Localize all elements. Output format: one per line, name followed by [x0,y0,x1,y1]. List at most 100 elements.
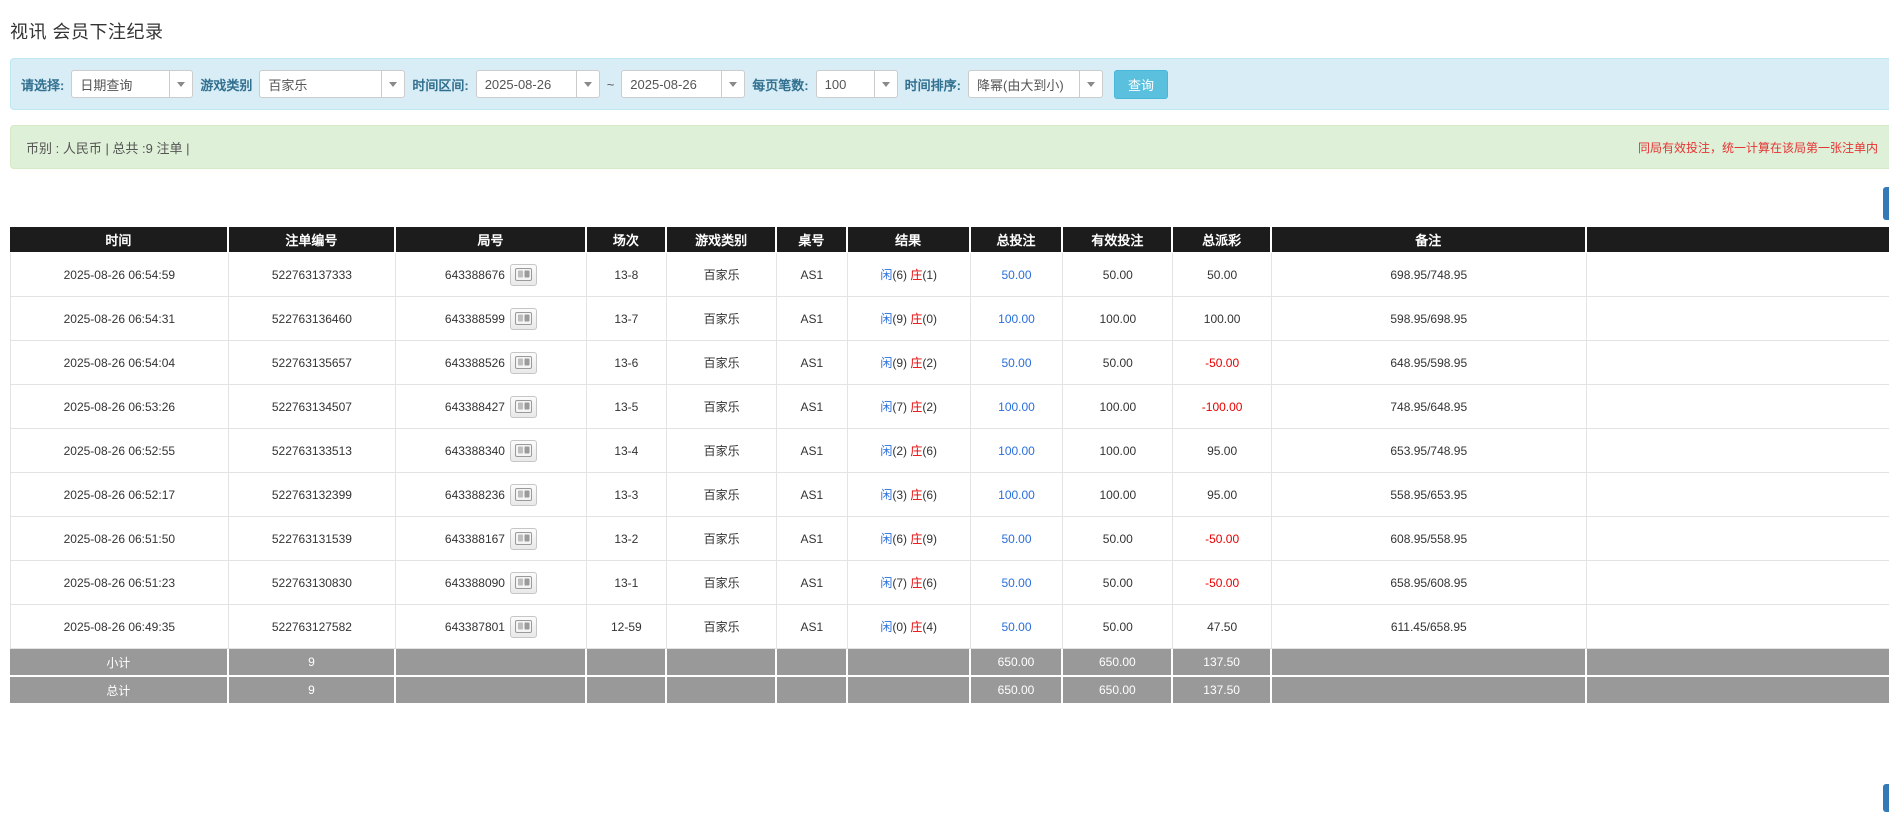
sort-order-label: 时间排序: [905,75,961,94]
banker-result-label: 庄 [910,400,922,414]
banker-result-label: 庄 [910,268,922,282]
chevron-down-icon [1079,71,1102,97]
player-result-label: 闲 [880,268,892,282]
bet-records-table: 时间注单编号局号场次游戏类别桌号结果总投注有效投注总派彩备注 2025-08-2… [10,227,1889,705]
cards-preview-icon[interactable] [510,396,537,418]
column-header: 总投注 [971,227,1063,253]
cell-bet-number: 522763131539 [229,517,397,561]
bet-amount-link[interactable]: 50.00 [1002,620,1032,634]
cell-bet-number: 522763133513 [229,429,397,473]
cell-table-number: AS1 [777,253,847,297]
pagination-button-top[interactable] [1883,187,1889,220]
bet-amount-link[interactable]: 50.00 [1002,356,1032,370]
cell-time: 2025-08-26 06:54:31 [10,297,229,341]
cell-time: 2025-08-26 06:51:23 [10,561,229,605]
cards-preview-icon[interactable] [510,528,537,550]
cell-game-number: 643388427 [396,385,587,429]
subtotal-row-cell-4 [667,649,777,677]
cell-result: 闲(2) 庄(6) [848,429,971,473]
total-row-cell-5 [777,677,847,705]
game-number-text: 643388676 [445,268,505,282]
date-to-select[interactable]: 2025-08-26 [621,70,745,98]
select-type-label: 请选择: [21,75,64,94]
banker-result-label: 庄 [910,356,922,370]
game-type-value: 百家乐 [260,75,381,94]
total-row-cell-10 [1272,677,1587,705]
cards-preview-icon[interactable] [510,308,537,330]
cell-remark: 698.95/748.95 [1272,253,1587,297]
table-row: 2025-08-26 06:54:31522763136460643388599… [10,297,1889,341]
cell-bet-number: 522763134507 [229,385,397,429]
bet-amount-link[interactable]: 100.00 [998,400,1035,414]
summary-bar: 币别 : 人民币 | 总共 :9 注单 | 同局有效投注，统一计算在该局第一张注… [10,125,1889,169]
game-number-text: 643388427 [445,400,505,414]
column-header: 桌号 [777,227,847,253]
cards-preview-icon[interactable] [510,484,537,506]
subtotal-row-cell-6 [848,649,971,677]
bet-amount-link[interactable]: 50.00 [1002,268,1032,282]
cell-payout: -50.00 [1173,341,1271,385]
date-from-select[interactable]: 2025-08-26 [476,70,600,98]
game-type-select[interactable]: 百家乐 [259,70,405,98]
cell-table-number: AS1 [777,605,847,649]
pagination-button-bottom[interactable] [1883,784,1889,812]
cell-game-number: 643387801 [396,605,587,649]
bet-amount-link[interactable]: 50.00 [1002,576,1032,590]
player-score: (3) [892,488,910,502]
cell-total-bet: 100.00 [971,385,1063,429]
cards-preview-icon[interactable] [510,440,537,462]
cell-round: 13-8 [587,253,667,297]
total-row-cell-6 [848,677,971,705]
bet-amount-link[interactable]: 50.00 [1002,532,1032,546]
subtotal-row-cell-9: 137.50 [1173,649,1271,677]
cell-round: 13-7 [587,297,667,341]
cards-preview-icon[interactable] [510,264,537,286]
cell-payout: -100.00 [1173,385,1271,429]
cell-time: 2025-08-26 06:52:17 [10,473,229,517]
cell-time: 2025-08-26 06:54:04 [10,341,229,385]
bet-amount-link[interactable]: 100.00 [998,312,1035,326]
cell-table-number: AS1 [777,297,847,341]
bet-amount-link[interactable]: 100.00 [998,444,1035,458]
column-header: 总派彩 [1173,227,1271,253]
query-type-select[interactable]: 日期查询 [71,70,193,98]
cell-table-number: AS1 [777,341,847,385]
cell-filler [1587,253,1889,297]
cell-bet-number: 522763135657 [229,341,397,385]
banker-result-label: 庄 [910,444,922,458]
cell-filler [1587,517,1889,561]
cell-time: 2025-08-26 06:52:55 [10,429,229,473]
cell-filler [1587,561,1889,605]
player-result-label: 闲 [880,576,892,590]
cell-remark: 611.45/658.95 [1272,605,1587,649]
cell-game-type: 百家乐 [667,297,777,341]
cell-total-bet: 100.00 [971,429,1063,473]
cell-game-type: 百家乐 [667,605,777,649]
cell-payout: 100.00 [1173,297,1271,341]
cell-remark: 658.95/608.95 [1272,561,1587,605]
chevron-down-icon [381,71,404,97]
cell-payout: 95.00 [1173,473,1271,517]
cards-preview-icon[interactable] [510,616,537,638]
banker-score: (6) [922,576,937,590]
cell-time: 2025-08-26 06:54:59 [10,253,229,297]
query-button[interactable]: 查询 [1114,70,1168,99]
player-score: (7) [892,400,910,414]
cell-table-number: AS1 [777,561,847,605]
cell-round: 13-1 [587,561,667,605]
cards-preview-icon[interactable] [510,572,537,594]
cell-total-bet: 50.00 [971,605,1063,649]
cell-valid-bet: 50.00 [1063,561,1173,605]
cell-game-type: 百家乐 [667,561,777,605]
cell-filler [1587,385,1889,429]
sort-order-select[interactable]: 降幂(由大到小) [968,70,1103,98]
bet-amount-link[interactable]: 100.00 [998,488,1035,502]
total-row-cell-11 [1587,677,1889,705]
cell-round: 13-3 [587,473,667,517]
player-result-label: 闲 [880,400,892,414]
cell-filler [1587,297,1889,341]
banker-score: (6) [922,444,937,458]
cards-preview-icon[interactable] [510,352,537,374]
page-size-select[interactable]: 100 [816,70,898,98]
cell-bet-number: 522763127582 [229,605,397,649]
